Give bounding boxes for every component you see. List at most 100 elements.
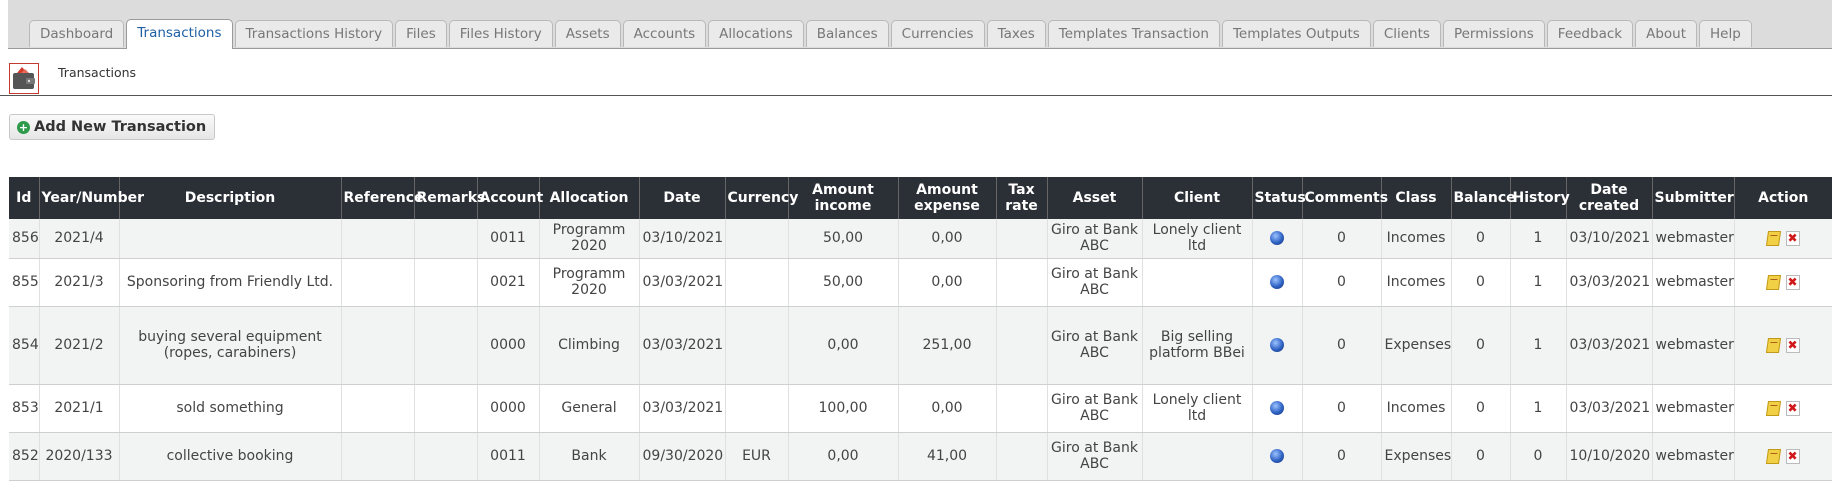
tab-files[interactable]: Files xyxy=(395,20,447,47)
table-row[interactable]: 853 2021/1 sold something 0000 General 03/03/… xyxy=(9,384,1832,433)
table-row[interactable]: 852 2020/133 collective booking 0011 Bank 09/… xyxy=(9,432,1832,481)
column-header-description[interactable]: Description xyxy=(118,177,341,219)
table-row[interactable]: 854 2021/2 buying several equipment (ropes… xyxy=(9,306,1832,385)
column-header-amount-income[interactable]: Amount income xyxy=(787,177,898,219)
cell-allocation: Programm 2020 xyxy=(539,219,640,259)
add-transaction-button[interactable]: + Add New Transaction xyxy=(9,114,216,140)
cell-tax xyxy=(996,306,1048,385)
cell-balance: 0 xyxy=(1451,219,1511,259)
cell-comments: 0 xyxy=(1302,306,1382,385)
cell-history: 1 xyxy=(1510,219,1567,259)
tab-templates-transaction[interactable]: Templates Transaction xyxy=(1047,20,1220,47)
delete-icon[interactable]: ✖ xyxy=(1785,230,1800,246)
globe-icon[interactable] xyxy=(1270,275,1284,289)
tab-feedback[interactable]: Feedback xyxy=(1546,20,1634,47)
tab-balances[interactable]: Balances xyxy=(805,20,889,47)
tab-permissions[interactable]: Permissions xyxy=(1442,20,1545,47)
cell-history: 1 xyxy=(1510,384,1567,433)
delete-icon[interactable]: ✖ xyxy=(1785,337,1800,353)
cell-asset: Giro at Bank ABC xyxy=(1047,258,1143,307)
globe-icon[interactable] xyxy=(1270,338,1284,352)
column-header-comments[interactable]: Comments xyxy=(1301,177,1388,219)
delete-icon[interactable]: ✖ xyxy=(1785,448,1800,464)
column-header-tax-rate[interactable]: Tax rate xyxy=(995,177,1047,219)
column-header-submitter[interactable]: Submitter xyxy=(1651,177,1734,219)
edit-icon[interactable] xyxy=(1765,448,1781,464)
cell-account: 0011 xyxy=(477,219,540,259)
cell-balance: 0 xyxy=(1451,258,1511,307)
column-header-id[interactable]: Id xyxy=(9,177,39,219)
tab-about[interactable]: About xyxy=(1635,20,1698,47)
column-header-asset[interactable]: Asset xyxy=(1046,177,1142,219)
globe-icon[interactable] xyxy=(1270,231,1284,246)
cell-date: 03/03/2021 xyxy=(639,306,726,385)
column-header-class[interactable]: Class xyxy=(1380,177,1451,219)
delete-icon[interactable]: ✖ xyxy=(1785,400,1800,416)
edit-icon[interactable] xyxy=(1765,400,1781,416)
edit-icon[interactable] xyxy=(1765,230,1781,246)
column-header-amount-expense[interactable]: Amount expense xyxy=(897,177,996,219)
tab-files-history[interactable]: Files History xyxy=(448,20,553,47)
tab-clients[interactable]: Clients xyxy=(1372,20,1441,47)
add-transaction-label: Add New Transaction xyxy=(34,119,207,135)
column-header-account[interactable]: Account xyxy=(476,177,543,219)
edit-icon[interactable] xyxy=(1765,274,1781,290)
delete-icon[interactable]: ✖ xyxy=(1785,274,1800,290)
globe-icon[interactable] xyxy=(1270,401,1284,415)
cell-expense: 41,00 xyxy=(898,432,997,481)
tab-assets[interactable]: Assets xyxy=(554,20,621,47)
cell-submitter: webmaster xyxy=(1652,306,1735,385)
tab-transactions-history[interactable]: Transactions History xyxy=(234,20,394,47)
column-header-status[interactable]: Status xyxy=(1251,177,1306,219)
tab-taxes[interactable]: Taxes xyxy=(986,20,1046,47)
cell-reference xyxy=(341,219,415,259)
cell-description: buying several equipment (ropes, carabin… xyxy=(119,306,342,385)
cell-client: Lonely client ltd xyxy=(1142,384,1253,433)
cell-number: 2020/133 xyxy=(39,432,120,481)
cell-income: 50,00 xyxy=(788,258,899,307)
table-row[interactable]: 856 2021/4 0011 Programm 2020 03/10/2021 50,0… xyxy=(9,219,1832,259)
cell-created: 03/03/2021 xyxy=(1566,258,1653,307)
column-header-client[interactable]: Client xyxy=(1141,177,1252,219)
column-header-history[interactable]: History xyxy=(1509,177,1570,219)
wallet-icon xyxy=(9,63,39,94)
column-header-balance[interactable]: Balance xyxy=(1450,177,1516,219)
tab-help[interactable]: Help xyxy=(1699,20,1752,47)
cell-submitter: webmaster xyxy=(1652,258,1735,307)
cell-asset: Giro at Bank ABC xyxy=(1047,306,1143,385)
cell-class: Expenses xyxy=(1381,432,1452,481)
column-header-remarks[interactable]: Remarks xyxy=(413,177,485,219)
column-header-date[interactable]: Date xyxy=(638,177,725,219)
cell-description: Sponsoring from Friendly Ltd. xyxy=(119,258,342,307)
cell-submitter: webmaster xyxy=(1652,384,1735,433)
cell-income: 100,00 xyxy=(788,384,899,433)
cell-tax xyxy=(996,432,1048,481)
cell-date: 09/30/2020 xyxy=(639,432,726,481)
table-row[interactable]: 855 2021/3 Sponsoring from Friendly Ltd. 00… xyxy=(9,258,1832,307)
column-header-currency[interactable]: Currency xyxy=(724,177,798,219)
cell-reference xyxy=(341,384,415,433)
tab-allocations[interactable]: Allocations xyxy=(708,20,804,47)
cell-class: Incomes xyxy=(1381,384,1452,433)
cell-status xyxy=(1252,219,1303,259)
tab-dashboard[interactable]: Dashboard xyxy=(29,20,125,47)
column-header-reference[interactable]: Reference xyxy=(340,177,424,219)
cell-income: 0,00 xyxy=(788,432,899,481)
tab-transactions[interactable]: Transactions xyxy=(126,19,233,49)
tab-accounts[interactable]: Accounts xyxy=(622,20,707,47)
cell-currency: EUR xyxy=(725,432,789,481)
cell-account: 0000 xyxy=(477,306,540,385)
tab-currencies[interactable]: Currencies xyxy=(890,20,985,47)
column-header-date-created[interactable]: Date created xyxy=(1565,177,1652,219)
column-header-year-number[interactable]: Year/Number xyxy=(38,177,144,219)
cell-account: 0011 xyxy=(477,432,540,481)
column-header-allocation[interactable]: Allocation xyxy=(538,177,639,219)
cell-currency xyxy=(725,258,789,307)
edit-icon[interactable] xyxy=(1765,337,1781,353)
tab-templates-outputs[interactable]: Templates Outputs xyxy=(1221,20,1371,47)
cell-expense: 251,00 xyxy=(898,306,997,385)
cell-number: 2021/1 xyxy=(39,384,120,433)
column-header-action[interactable]: Action xyxy=(1733,177,1832,219)
cell-currency xyxy=(725,384,789,433)
globe-icon[interactable] xyxy=(1270,449,1284,463)
